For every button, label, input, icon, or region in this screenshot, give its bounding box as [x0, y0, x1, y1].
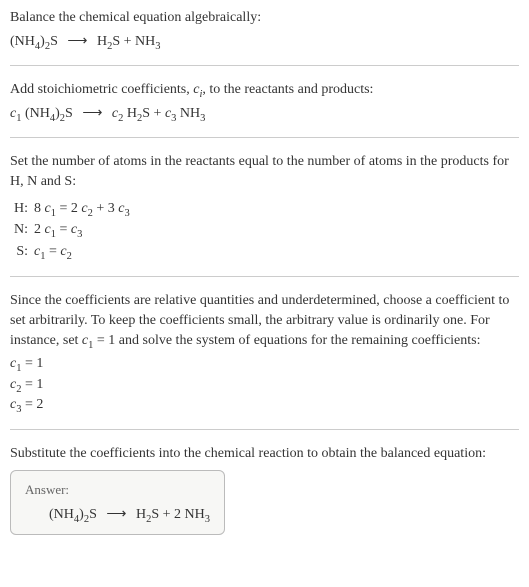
species: H	[123, 106, 137, 121]
num: 2	[34, 222, 45, 237]
subscript: 3	[77, 229, 82, 240]
reactant-part: (NH	[10, 34, 35, 49]
balanced-equation: (NH4)2S ⟶ H2S + 2 NH3	[25, 505, 210, 525]
value: = 1	[21, 377, 43, 392]
table-row: N: 2 c1 = c3	[10, 219, 136, 241]
reaction-arrow-icon: ⟶	[82, 104, 102, 124]
unbalanced-equation: (NH4)2S ⟶ H2S + NH3	[10, 32, 519, 52]
coefficient-results: c1 = 1 c2 = 1 c3 = 2	[10, 354, 519, 415]
product-part: S + NH	[112, 34, 155, 49]
coef-result: c1 = 1	[10, 354, 519, 374]
element-label: S:	[10, 241, 34, 263]
stoich-intro: Add stoichiometric coefficients, ci, to …	[10, 80, 519, 100]
atoms-section: Set the number of atoms in the reactants…	[10, 152, 519, 262]
final-intro: Substitute the coefficients into the che…	[10, 444, 519, 464]
species: S +	[142, 106, 165, 121]
intro-section: Balance the chemical equation algebraica…	[10, 8, 519, 51]
plus: + 3	[93, 201, 118, 216]
value: = 1	[21, 356, 43, 371]
value: = 2	[21, 397, 43, 412]
num: 8	[34, 201, 45, 216]
final-section: Substitute the coefficients into the che…	[10, 444, 519, 535]
product-part: S + 2 NH	[151, 507, 204, 522]
answer-box: Answer: (NH4)2S ⟶ H2S + 2 NH3	[10, 470, 225, 536]
atom-equations-table: H: 8 c1 = 2 c2 + 3 c3 N: 2 c1 = c3 S: c1…	[10, 198, 136, 263]
reaction-arrow-icon: ⟶	[106, 505, 126, 525]
text: , to the reactants and products:	[202, 82, 373, 97]
atom-equation: 8 c1 = 2 c2 + 3 c3	[34, 198, 136, 220]
reaction-arrow-icon: ⟶	[67, 32, 87, 52]
divider	[10, 429, 519, 430]
atom-equation: c1 = c2	[34, 241, 136, 263]
coef-result: c3 = 2	[10, 395, 519, 415]
eq: = 2	[56, 201, 81, 216]
atom-equation: 2 c1 = c3	[34, 219, 136, 241]
subscript: 2	[67, 251, 72, 262]
text: = 1 and solve the system of equations fo…	[93, 333, 480, 348]
species: S	[65, 106, 73, 121]
stoich-equation: c1 (NH4)2S ⟶ c2 H2S + c3 NH3	[10, 104, 519, 124]
eq: =	[56, 222, 71, 237]
product-part: H	[136, 507, 146, 522]
atoms-intro: Set the number of atoms in the reactants…	[10, 152, 519, 191]
answer-label: Answer:	[25, 481, 210, 499]
element-label: H:	[10, 198, 34, 220]
divider	[10, 137, 519, 138]
table-row: S: c1 = c2	[10, 241, 136, 263]
text: Add stoichiometric coefficients,	[10, 82, 193, 97]
subscript: 3	[124, 207, 129, 218]
intro-text: Balance the chemical equation algebraica…	[10, 8, 519, 28]
reactant-part: S	[50, 34, 58, 49]
species: NH	[176, 106, 200, 121]
eq: =	[45, 244, 60, 259]
reactant-part: (NH	[49, 507, 74, 522]
divider	[10, 65, 519, 66]
solve-section: Since the coefficients are relative quan…	[10, 291, 519, 415]
reactant-part: S	[89, 507, 97, 522]
table-row: H: 8 c1 = 2 c2 + 3 c3	[10, 198, 136, 220]
divider	[10, 276, 519, 277]
subscript: 3	[200, 113, 205, 124]
subscript: 3	[155, 40, 160, 51]
stoichiometric-section: Add stoichiometric coefficients, ci, to …	[10, 80, 519, 123]
solve-intro: Since the coefficients are relative quan…	[10, 291, 519, 350]
product-part: H	[97, 34, 107, 49]
element-label: N:	[10, 219, 34, 241]
species: (NH	[21, 106, 49, 121]
coef-result: c2 = 1	[10, 375, 519, 395]
subscript: 3	[205, 513, 210, 524]
